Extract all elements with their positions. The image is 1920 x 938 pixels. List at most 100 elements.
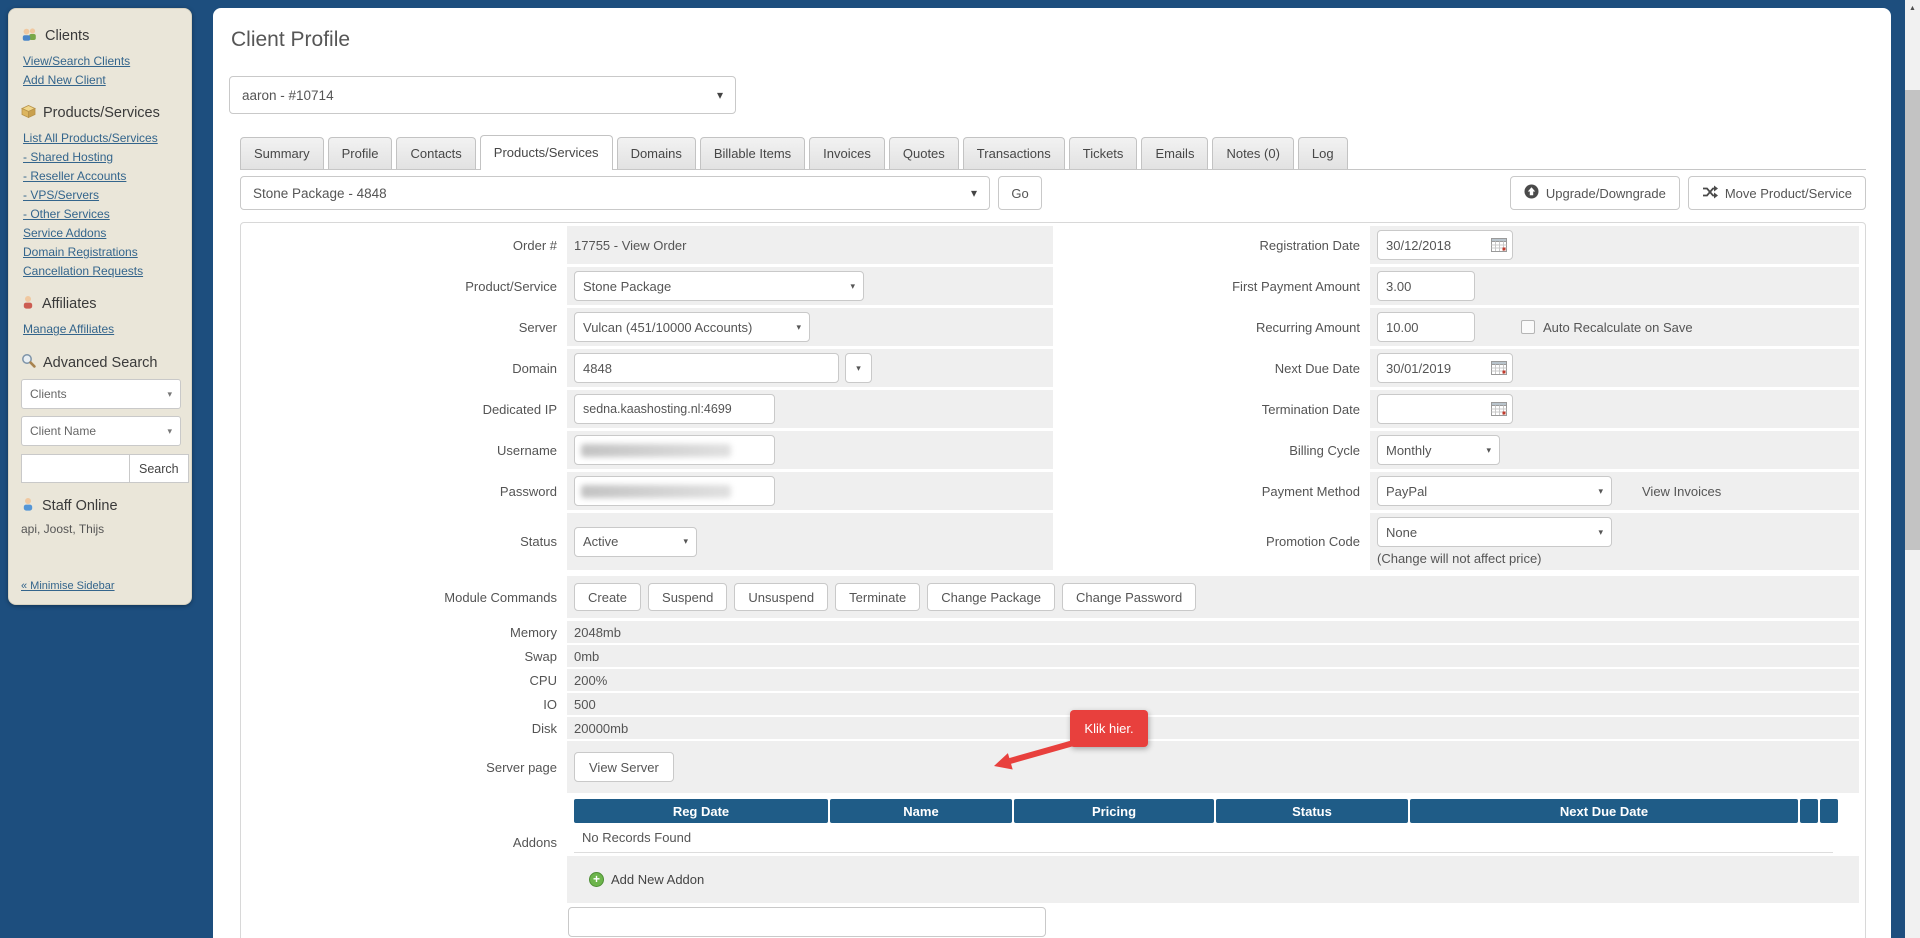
search-type-select[interactable]: Clients ▾ (21, 379, 181, 409)
sidebar-link-service-addons[interactable]: Service Addons (23, 224, 183, 243)
move-product-button[interactable]: Move Product/Service (1688, 176, 1866, 210)
sidebar-link-other-services[interactable]: - Other Services (23, 205, 183, 224)
tab-tickets[interactable]: Tickets (1069, 137, 1138, 169)
addons-col-next-due-date[interactable]: Next Due Date (1410, 799, 1798, 823)
addons-col-pricing[interactable]: Pricing (1014, 799, 1214, 823)
addons-col-status[interactable]: Status (1216, 799, 1408, 823)
module-suspend-button[interactable]: Suspend (648, 583, 727, 611)
tab-contacts[interactable]: Contacts (396, 137, 475, 169)
auto-recalculate-checkbox[interactable] (1521, 320, 1535, 334)
go-button[interactable]: Go (998, 176, 1042, 210)
product-service-label: Product/Service (247, 267, 567, 305)
tab-products-services[interactable]: Products/Services (480, 135, 613, 170)
server-page-label: Server page (247, 741, 567, 793)
sidebar-section-products: Products/Services (21, 104, 181, 122)
promotion-code-select[interactable]: None ▾ (1377, 517, 1612, 547)
order-value[interactable]: 17755 - View Order (574, 238, 687, 253)
sidebar-link-shared-hosting[interactable]: - Shared Hosting (23, 148, 183, 167)
package-icon (21, 104, 36, 122)
chevron-down-icon: ▾ (796, 322, 801, 333)
first-payment-input[interactable] (1377, 271, 1475, 301)
select-value: Client Name (30, 424, 96, 438)
module-unsuspend-button[interactable]: Unsuspend (734, 583, 828, 611)
status-select[interactable]: Active ▾ (574, 527, 697, 557)
scrollbar-thumb[interactable] (1905, 90, 1920, 550)
section-title: Clients (45, 28, 89, 44)
username-input[interactable] (574, 435, 775, 465)
calendar-icon[interactable] (1491, 237, 1507, 257)
tab-quotes[interactable]: Quotes (889, 137, 959, 169)
disk-value: 20000mb (574, 721, 628, 736)
annotation-arrow (992, 736, 1082, 771)
termination-date-label: Termination Date (1053, 390, 1370, 428)
calendar-icon[interactable] (1491, 360, 1507, 380)
upgrade-downgrade-button[interactable]: Upgrade/Downgrade (1510, 176, 1680, 210)
addons-col-reg-date[interactable]: Reg Date (574, 799, 828, 823)
tab-invoices[interactable]: Invoices (809, 137, 885, 169)
memory-value: 2048mb (574, 625, 621, 640)
server-select[interactable]: Vulcan (451/10000 Accounts) ▾ (574, 312, 810, 342)
sidebar-link-cancellation-requests[interactable]: Cancellation Requests (23, 262, 183, 281)
module-change-package-button[interactable]: Change Package (927, 583, 1055, 611)
sidebar: Clients View/Search Clients Add New Clie… (8, 8, 192, 605)
addons-col-name[interactable]: Name (830, 799, 1012, 823)
payment-method-select[interactable]: PayPal ▾ (1377, 476, 1612, 506)
sidebar-link-add-new-client[interactable]: Add New Client (23, 71, 183, 90)
swap-value: 0mb (574, 649, 599, 664)
module-commands-label: Module Commands (247, 576, 567, 618)
module-change-password-button[interactable]: Change Password (1062, 583, 1196, 611)
calendar-icon[interactable] (1491, 401, 1507, 421)
dedicated-ip-label: Dedicated IP (247, 390, 567, 428)
username-label: Username (247, 431, 567, 469)
client-selector[interactable]: aaron - #10714 ▾ (229, 76, 736, 114)
tab-billable-items[interactable]: Billable Items (700, 137, 805, 169)
staff-online-names: api, Joost, Thijs (21, 522, 179, 536)
module-terminate-button[interactable]: Terminate (835, 583, 920, 611)
tab-domains[interactable]: Domains (617, 137, 696, 169)
sidebar-link-manage-affiliates[interactable]: Manage Affiliates (23, 320, 183, 339)
chevron-down-icon: ▾ (167, 426, 172, 437)
product-selector[interactable]: Stone Package - 4848 ▾ (240, 176, 990, 210)
tab-notes[interactable]: Notes (0) (1212, 137, 1293, 169)
redacted-password (581, 485, 731, 498)
addon-select-partial[interactable] (568, 907, 1046, 937)
sidebar-link-view-search-clients[interactable]: View/Search Clients (23, 52, 183, 71)
tab-emails[interactable]: Emails (1141, 137, 1208, 169)
dedicated-ip-input[interactable] (574, 394, 775, 424)
add-new-addon-link[interactable]: + Add New Addon (589, 872, 704, 887)
product-service-select[interactable]: Stone Package ▾ (574, 271, 864, 301)
product-selector-value: Stone Package - 4848 (253, 186, 387, 201)
chevron-down-icon: ▾ (1598, 486, 1603, 497)
chevron-down-icon: ▾ (167, 389, 172, 400)
scroll-up-arrow[interactable]: ▲ (1905, 0, 1920, 16)
server-label: Server (247, 308, 567, 346)
sidebar-link-reseller-accounts[interactable]: - Reseller Accounts (23, 167, 183, 186)
page-scrollbar[interactable]: ▲ (1905, 0, 1920, 938)
view-invoices-link[interactable]: View Invoices (1642, 484, 1721, 499)
domain-input[interactable] (574, 353, 839, 383)
sidebar-search-input[interactable] (21, 454, 129, 483)
billing-cycle-select[interactable]: Monthly ▾ (1377, 435, 1500, 465)
search-field-select[interactable]: Client Name ▾ (21, 416, 181, 446)
view-server-button[interactable]: View Server (574, 752, 674, 782)
tab-transactions[interactable]: Transactions (963, 137, 1065, 169)
auto-recalculate-label: Auto Recalculate on Save (1543, 320, 1693, 335)
domain-dropdown-button[interactable]: ▾ (845, 353, 872, 383)
tab-profile[interactable]: Profile (328, 137, 393, 169)
password-input[interactable] (574, 476, 775, 506)
sidebar-link-list-all-products[interactable]: List All Products/Services (23, 129, 183, 148)
memory-label: Memory (247, 621, 567, 643)
addons-table-header: Reg Date Name Pricing Status Next Due Da… (574, 799, 1859, 823)
recurring-amount-input[interactable] (1377, 312, 1475, 342)
minimise-sidebar-link[interactable]: « Minimise Sidebar (21, 580, 115, 592)
tab-summary[interactable]: Summary (240, 137, 324, 169)
annotation-callout: Klik hier. (1070, 710, 1148, 747)
tab-log[interactable]: Log (1298, 137, 1348, 169)
chevron-down-icon: ▾ (683, 536, 688, 547)
sidebar-link-domain-registrations[interactable]: Domain Registrations (23, 243, 183, 262)
sidebar-search-button[interactable]: Search (129, 454, 189, 483)
select-value: PayPal (1386, 484, 1427, 499)
sidebar-link-vps-servers[interactable]: - VPS/Servers (23, 186, 183, 205)
module-create-button[interactable]: Create (574, 583, 641, 611)
sidebar-section-affiliates: Affiliates (21, 295, 181, 313)
